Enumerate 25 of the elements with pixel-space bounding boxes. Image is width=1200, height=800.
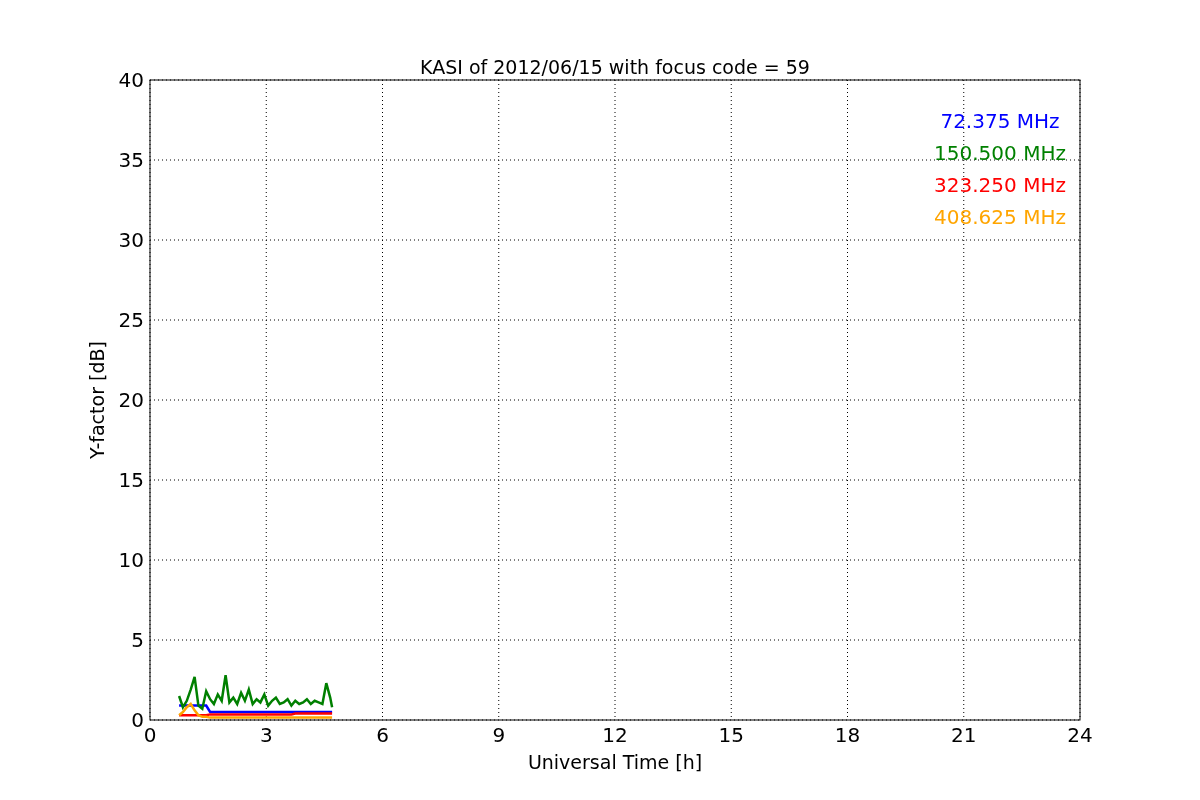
chart-title: KASI of 2012/06/15 with focus code = 59 [420, 56, 810, 78]
legend-label: 408.625 MHz [934, 205, 1066, 229]
y-tick-label: 0 [131, 708, 144, 732]
y-tick-label: 10 [118, 548, 144, 572]
y-axis-label: Y-factor [dB] [86, 341, 108, 459]
y-tick-label: 30 [118, 228, 144, 252]
y-tick-label: 25 [118, 308, 144, 332]
legend-label: 323.250 MHz [934, 173, 1066, 197]
x-tick-label: 6 [376, 723, 389, 747]
legend-label: 72.375 MHz [940, 109, 1060, 133]
x-tick-label: 21 [951, 723, 977, 747]
y-tick-label: 15 [118, 468, 144, 492]
x-axis-label: Universal Time [h] [527, 751, 703, 773]
x-tick-label: 0 [143, 723, 157, 747]
x-tick-label: 12 [602, 723, 628, 747]
x-tick-label: 9 [492, 723, 506, 747]
y-tick-label: 40 [118, 68, 144, 92]
x-tick-label: 3 [259, 723, 273, 747]
legend-label: 150.500 MHz [934, 141, 1066, 165]
x-tick-label: 24 [1067, 723, 1093, 747]
y-tick-label: 20 [118, 388, 144, 412]
x-tick-label: 15 [718, 723, 744, 747]
x-tick-label: 18 [834, 723, 861, 747]
y-tick-label: 5 [131, 628, 144, 652]
y-tick-label: 35 [118, 148, 144, 172]
